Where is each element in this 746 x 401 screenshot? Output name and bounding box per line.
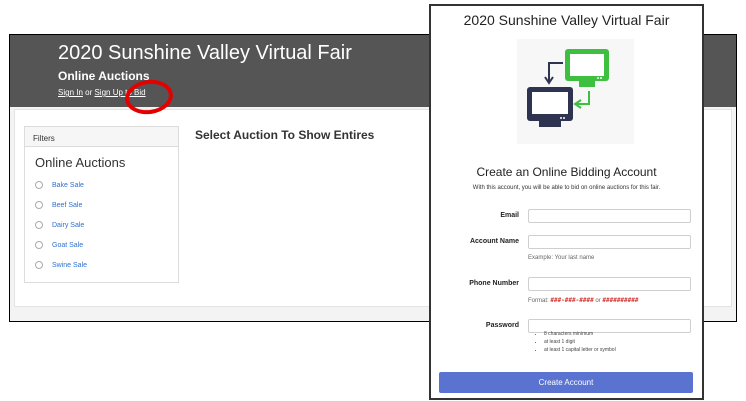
device-illustration [517, 39, 634, 144]
site-subtitle: Online Auctions [58, 69, 150, 83]
signup-modal: 2020 Sunshine Valley Virtual Fair Create… [429, 4, 704, 400]
radio-icon[interactable] [35, 241, 43, 249]
auction-label[interactable]: Bake Sale [52, 182, 84, 189]
radio-icon[interactable] [35, 261, 43, 269]
radio-icon[interactable] [35, 201, 43, 209]
auction-label[interactable]: Dairy Sale [52, 222, 84, 229]
site-title: 2020 Sunshine Valley Virtual Fair [58, 42, 352, 64]
auction-label[interactable]: Swine Sale [52, 262, 87, 269]
auction-label[interactable]: Goat Sale [52, 242, 83, 249]
sign-in-link[interactable]: Sign In [58, 88, 83, 97]
password-rule: 8 characters minimum [544, 330, 616, 338]
account-name-field[interactable] [528, 235, 691, 249]
monitor-icon [527, 49, 609, 127]
auction-option-dairy[interactable]: Dairy Sale [35, 215, 178, 235]
create-account-heading: Create an Online Bidding Account [476, 165, 657, 179]
account-name-hint: Example: Your last name [528, 255, 595, 261]
account-name-label: Account Name [469, 238, 519, 245]
select-auction-title: Select Auction To Show Entires [195, 128, 375, 142]
or-text: or [82, 88, 95, 97]
password-rule: at least 1 capital letter or symbol [544, 346, 616, 354]
password-rule: at least 1 digit [544, 338, 616, 346]
filters-panel: Filters Online Auctions Bake Sale Beef S… [24, 126, 179, 283]
radio-icon[interactable] [35, 221, 43, 229]
auction-option-goat[interactable]: Goat Sale [35, 235, 178, 255]
auction-label[interactable]: Beef Sale [52, 202, 82, 209]
phone-hint-prefix: Format: [528, 298, 551, 304]
phone-number-label: Phone Number [469, 280, 519, 287]
password-label: Password [485, 322, 519, 329]
radio-icon[interactable] [35, 181, 43, 189]
phone-format-dashed: ###-###-#### [550, 297, 594, 304]
modal-title: 2020 Sunshine Valley Virtual Fair [463, 12, 670, 28]
filters-heading: Online Auctions [35, 155, 126, 170]
create-account-description: With this account, you will be able to b… [472, 185, 661, 191]
filters-header: Filters [25, 127, 178, 147]
auction-option-beef[interactable]: Beef Sale [35, 195, 178, 215]
auction-option-bake[interactable]: Bake Sale [35, 175, 178, 195]
create-account-button[interactable]: Create Account [439, 372, 693, 393]
auction-option-swine[interactable]: Swine Sale [35, 255, 178, 275]
email-label: Email [500, 212, 519, 219]
password-rules: 8 characters minimum at least 1 digit at… [536, 330, 616, 354]
email-field[interactable] [528, 209, 691, 223]
phone-number-field[interactable] [528, 277, 691, 291]
phone-format-plain: ########## [602, 297, 639, 304]
phone-format-hint: Format: ###-###-#### or ########## [528, 297, 639, 304]
